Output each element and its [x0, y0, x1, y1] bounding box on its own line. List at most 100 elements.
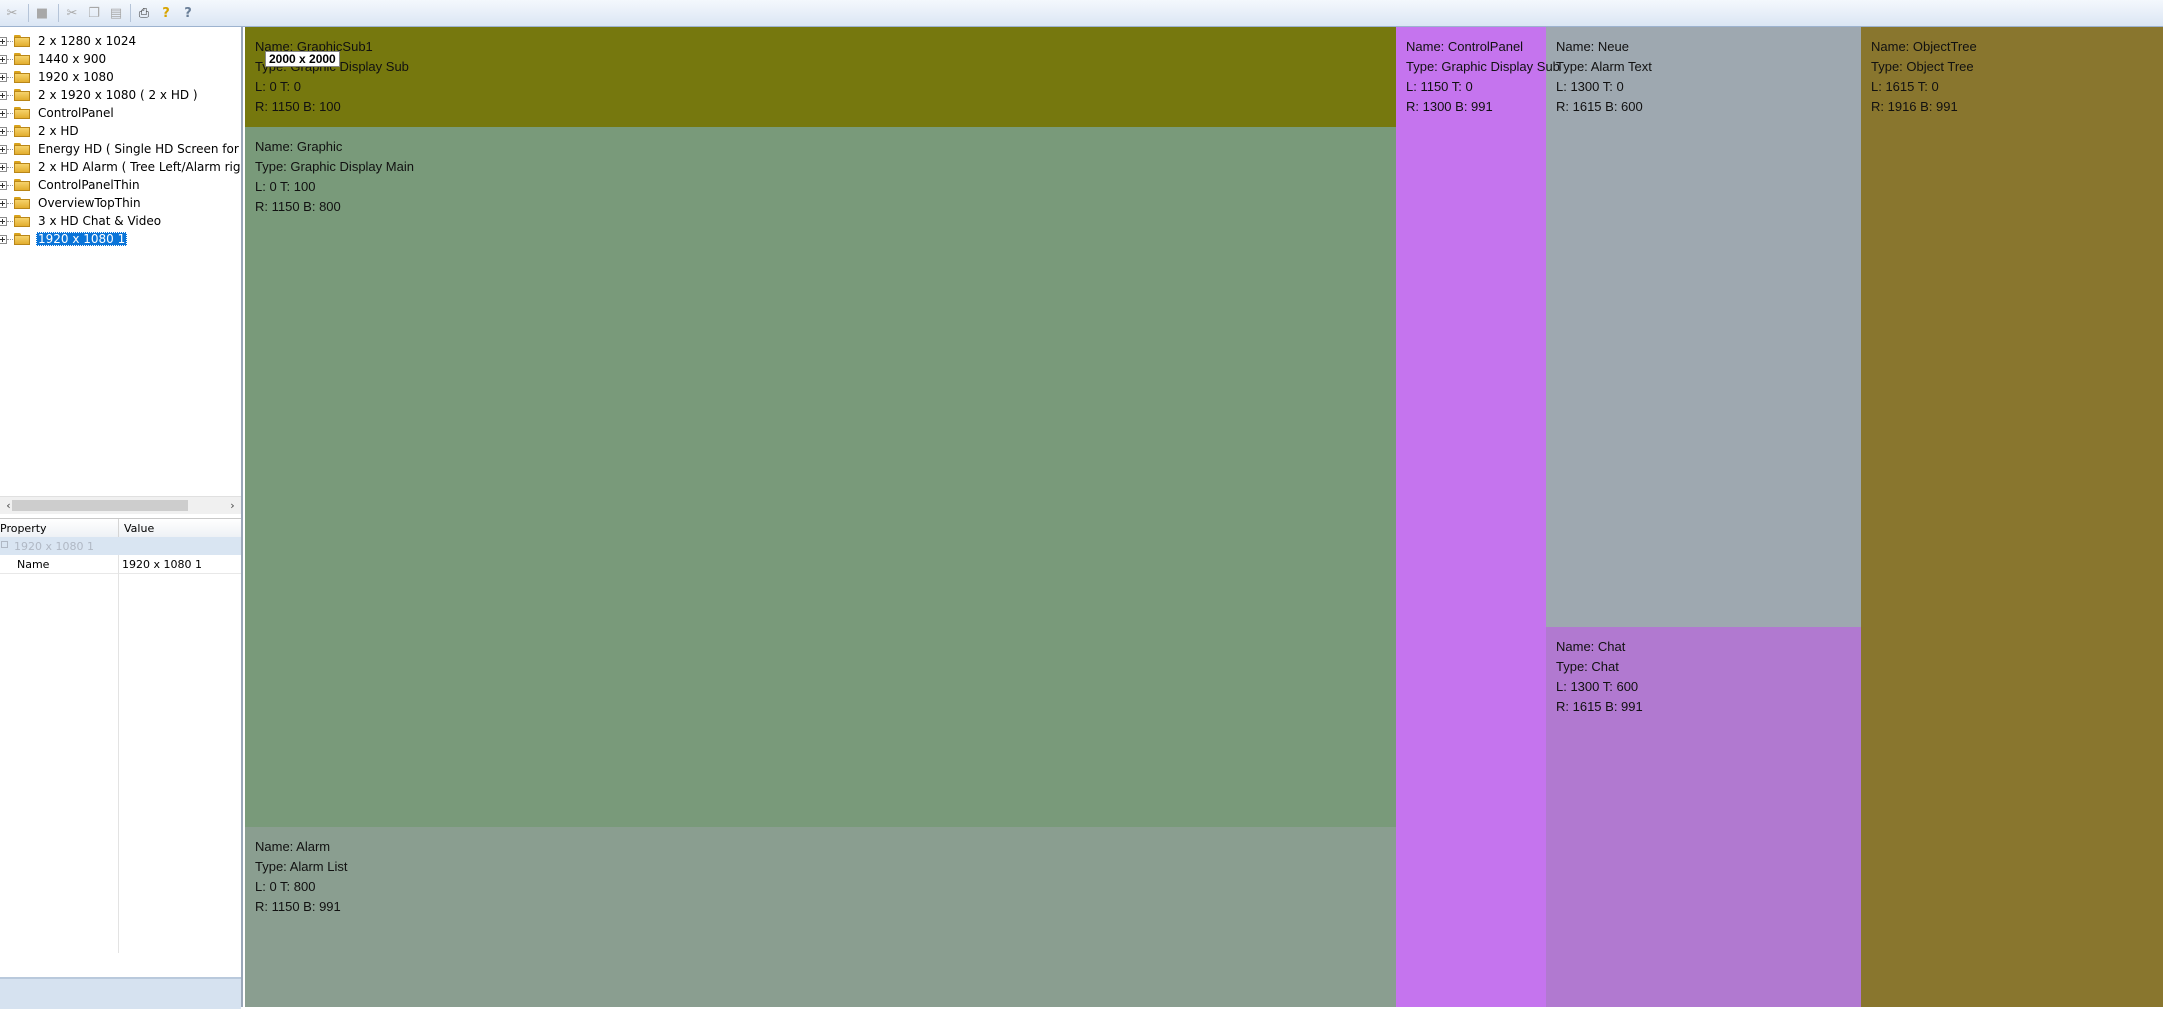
region-left-top: L: 1150 T: 0 [1406, 79, 1473, 94]
region-name: Name: Chat [1556, 639, 1626, 654]
scrollbar-thumb[interactable] [12, 500, 188, 511]
layout-tree[interactable]: 2 x 1280 x 1024 1440 x 900 1920 x 1080 2… [0, 30, 241, 500]
tree-item-label: ControlPanelThin [38, 178, 140, 192]
paste-icon[interactable]: ▤ [106, 3, 126, 23]
expand-icon[interactable] [0, 180, 7, 190]
region-name: Name: ControlPanel [1406, 39, 1524, 54]
tree-item[interactable]: 1440 x 900 [0, 50, 108, 68]
tree-item-label: 3 x HD Chat & Video [38, 214, 162, 228]
tree-item[interactable]: 2 x 1280 x 1024 [0, 32, 138, 50]
tree-item[interactable]: 2 x HD Alarm ( Tree Left/Alarm right ) [0, 158, 241, 176]
property-value[interactable]: 1920 x 1080 1 [122, 558, 202, 571]
save-icon[interactable]: ■ [32, 3, 52, 23]
region-graphicsub1[interactable]: Name: GraphicSub1 Type: Graphic Display … [245, 27, 1396, 127]
region-neue[interactable]: Name: Neue Type: Alarm Text L: 1300 T: 0… [1546, 27, 1861, 627]
cut-icon[interactable]: ✂ [62, 3, 82, 23]
region-type: Type: Alarm Text [1556, 59, 1652, 74]
folder-icon [14, 215, 30, 227]
tree-item[interactable]: 1920 x 1080 [0, 68, 116, 86]
property-category-label: 1920 x 1080 1 [14, 540, 94, 553]
region-right-bottom: R: 1300 B: 991 [1406, 99, 1493, 114]
region-graphic[interactable]: Name: Graphic Type: Graphic Display Main… [245, 127, 1396, 827]
region-type: Type: Graphic Display Sub [1406, 59, 1560, 74]
toolbar: ✂ ■ ✂ ❐ ▤ ⎙ ? ? [0, 0, 2163, 27]
tree-item[interactable]: 2 x 1920 x 1080 ( 2 x HD ) [0, 86, 200, 104]
region-left-top: L: 1300 T: 600 [1556, 679, 1639, 694]
expand-icon[interactable] [0, 162, 7, 172]
expand-icon[interactable] [0, 234, 7, 244]
region-left-top: L: 1615 T: 0 [1871, 79, 1939, 94]
tree-item-label: Energy HD ( Single HD Screen for only [38, 142, 241, 156]
expand-icon[interactable] [0, 144, 7, 154]
copy-icon[interactable]: ❐ [84, 3, 104, 23]
left-pane: 2 x 1280 x 1024 1440 x 900 1920 x 1080 2… [0, 27, 243, 1009]
region-name: Name: Neue [1556, 39, 1629, 54]
region-right-bottom: R: 1150 B: 991 [255, 899, 341, 914]
canvas-size-badge: 2000 x 2000 [265, 51, 340, 67]
property-grid: Property Value 1920 x 1080 1 Name 1920 x… [0, 518, 241, 959]
tree-item-label: OverviewTopThin [38, 196, 141, 210]
context-help-icon[interactable]: ? [178, 3, 198, 23]
region-name: Name: Alarm [255, 839, 331, 854]
expand-icon[interactable] [0, 126, 7, 136]
tree-item[interactable]: Energy HD ( Single HD Screen for only [0, 140, 241, 158]
folder-icon [14, 179, 30, 191]
property-category[interactable]: 1920 x 1080 1 [0, 537, 241, 555]
property-key: Name [17, 558, 50, 571]
toolbar-separator [28, 4, 29, 22]
toolbar-separator [58, 4, 59, 22]
region-name: Name: Graphic [255, 139, 343, 154]
region-controlpanel[interactable]: Name: ControlPanel Type: Graphic Display… [1396, 27, 1560, 1007]
tree-item-label: 2 x 1920 x 1080 ( 2 x HD ) [38, 88, 198, 102]
tree-item[interactable]: 2 x HD [0, 122, 81, 140]
property-row[interactable]: Name 1920 x 1080 1 [0, 555, 241, 574]
tree-item-label: 1920 x 1080 [38, 70, 114, 84]
folder-icon [14, 233, 30, 245]
scroll-right-icon[interactable]: › [224, 497, 241, 514]
value-column-header[interactable]: Value [124, 522, 154, 535]
region-left-top: L: 1300 T: 0 [1556, 79, 1624, 94]
expand-icon[interactable] [0, 36, 7, 46]
tree-item-label: 1440 x 900 [38, 52, 107, 66]
layout-canvas[interactable]: Name: GraphicSub1 Type: Graphic Display … [245, 27, 2163, 1007]
tree-item-selected[interactable]: 1920 x 1080 1 [0, 230, 128, 248]
property-description-area [0, 977, 241, 1009]
expand-icon[interactable] [0, 54, 7, 64]
folder-icon [14, 125, 30, 137]
cut-scissors-icon[interactable]: ✂ [2, 3, 22, 23]
region-type: Type: Chat [1556, 659, 1619, 674]
expand-icon[interactable] [0, 198, 7, 208]
help-icon[interactable]: ? [156, 3, 176, 23]
print-icon[interactable]: ⎙ [134, 3, 154, 23]
region-type: Type: Alarm List [255, 859, 348, 874]
tree-item-label: ControlPanel [38, 106, 114, 120]
tree-item-label: 2 x HD [38, 124, 79, 138]
tree-item[interactable]: 3 x HD Chat & Video [0, 212, 163, 230]
toolbar-separator [130, 4, 131, 22]
tree-horizontal-scrollbar[interactable]: ‹ › [0, 496, 241, 514]
tree-item[interactable]: ControlPanelThin [0, 176, 142, 194]
expand-icon[interactable] [0, 72, 7, 82]
tree-item[interactable]: OverviewTopThin [0, 194, 143, 212]
collapse-icon[interactable] [1, 541, 8, 548]
region-right-bottom: R: 1916 B: 991 [1871, 99, 1958, 114]
region-right-bottom: R: 1150 B: 800 [255, 199, 341, 214]
expand-icon[interactable] [0, 216, 7, 226]
property-grid-header: Property Value [0, 519, 241, 538]
tree-item[interactable]: ControlPanel [0, 104, 116, 122]
tree-item-label: 1920 x 1080 1 [36, 232, 128, 246]
region-right-bottom: R: 1615 B: 600 [1556, 99, 1643, 114]
region-alarm[interactable]: Name: Alarm Type: Alarm List L: 0 T: 800… [245, 827, 1396, 1007]
folder-icon [14, 89, 30, 101]
property-column-header[interactable]: Property [0, 522, 47, 535]
folder-icon [14, 107, 30, 119]
region-objecttree[interactable]: Name: ObjectTree Type: Object Tree L: 16… [1861, 27, 2163, 1007]
region-name: Name: ObjectTree [1871, 39, 1977, 54]
expand-icon[interactable] [0, 108, 7, 118]
folder-icon [14, 35, 30, 47]
expand-icon[interactable] [0, 90, 7, 100]
region-type: Type: Object Tree [1871, 59, 1974, 74]
tree-item-label: 2 x 1280 x 1024 [38, 34, 137, 48]
region-chat[interactable]: Name: Chat Type: Chat L: 1300 T: 600 R: … [1546, 627, 1861, 1007]
region-left-top: L: 0 T: 0 [255, 79, 302, 94]
